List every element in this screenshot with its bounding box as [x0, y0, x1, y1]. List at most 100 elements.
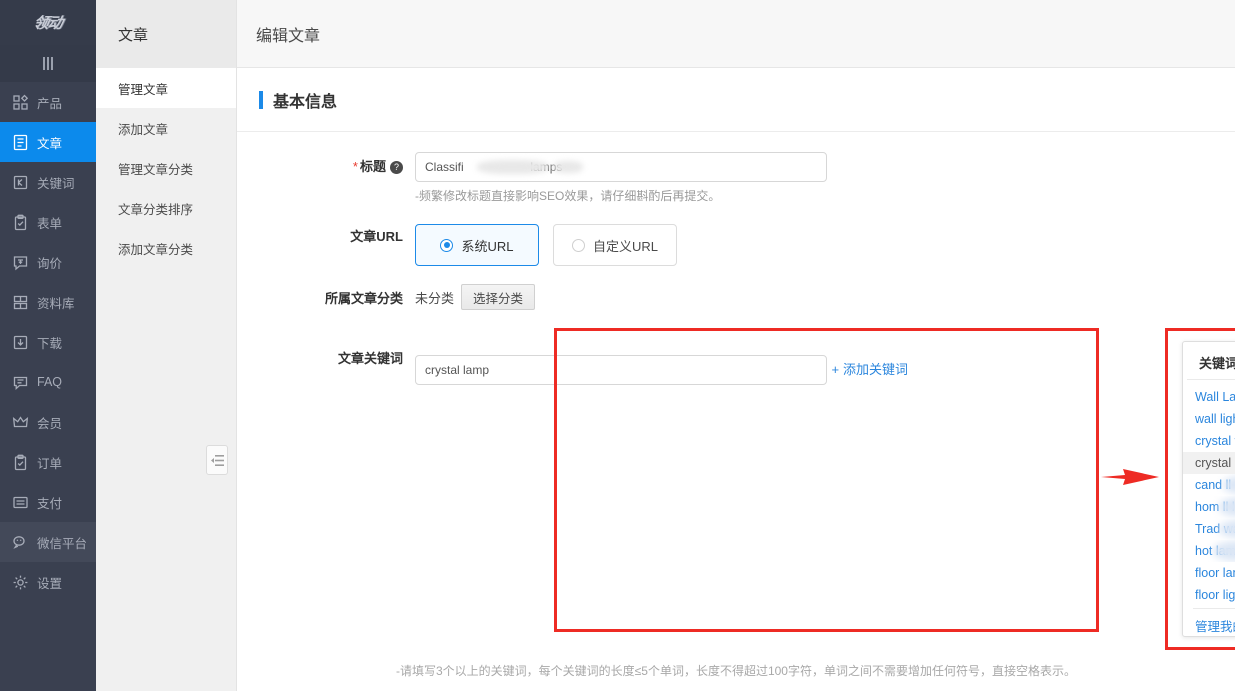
payment-icon — [12, 494, 29, 511]
subnav-item-2[interactable]: 管理文章分类 — [96, 148, 236, 188]
collapse-list-icon — [211, 455, 224, 466]
order-check-icon — [12, 454, 29, 471]
main-content: 编辑文章 基本信息 *标题? -频繁修改标题直接影响SEO效果，请仔细斟酌后再提… — [237, 0, 1235, 691]
page-header: 编辑文章 — [237, 0, 1235, 68]
url-label: 文章URL — [237, 222, 415, 252]
category-value: 未分类 — [415, 288, 454, 307]
url-option-label: 自定义URL — [593, 236, 658, 255]
gear-icon — [12, 574, 29, 591]
url-option-label: 系统URL — [461, 236, 513, 255]
keyword-suggestion-item[interactable]: Wall Lamp — [1183, 386, 1235, 408]
select-category-button[interactable]: 选择分类 — [461, 284, 535, 310]
add-keyword-link[interactable]: + 添加关键词 — [831, 359, 908, 378]
document-icon — [12, 134, 29, 151]
keyword-panel-header: 关键词推荐 ✕ — [1187, 346, 1235, 380]
sidebar-item-label: 微信平台 — [37, 533, 87, 552]
title-label-text: 标题 — [360, 159, 386, 174]
sidebar-item-label: 表单 — [37, 213, 62, 232]
keyword-suggestion-item[interactable]: crystal lamp — [1183, 452, 1235, 474]
url-option-1[interactable]: 自定义URL — [553, 224, 677, 266]
subnav-item-4[interactable]: 添加文章分类 — [96, 228, 236, 268]
wechat-icon-wrap — [12, 534, 29, 551]
keyword-recommendation-panel: 关键词推荐 ✕ Wall Lamp wall lights crystal wall… — [1182, 341, 1235, 637]
gear-icon-wrap — [12, 574, 29, 591]
sidebar-item-3[interactable]: 表单 — [0, 202, 96, 242]
add-keyword-label: 添加关键词 — [843, 362, 908, 377]
keyword-suggestion-item[interactable]: crystal wall lamp — [1183, 430, 1235, 452]
crown-icon-wrap — [12, 414, 29, 431]
sidebar-item-8[interactable]: 会员 — [0, 402, 96, 442]
keyword-k-icon-wrap — [12, 174, 29, 191]
title-redaction-overlay — [477, 160, 549, 174]
url-control: 系统URL 自定义URL — [415, 222, 1235, 266]
radio-dot-icon — [440, 239, 453, 252]
sidebar-item-1[interactable]: 文章 — [0, 122, 96, 162]
sidebar-item-6[interactable]: 下载 — [0, 322, 96, 362]
keyword-suggestion-item[interactable]: Trad wall lamp — [1183, 518, 1235, 540]
keyword-suggestion-item[interactable]: hom ll lamp — [1183, 496, 1235, 518]
keyword-panel-footer: 管理我的关键词 — [1193, 608, 1235, 636]
subnav-item-3[interactable]: 文章分类排序 — [96, 188, 236, 228]
keyword-suggestion-text: crystal wall lamp — [1195, 434, 1235, 448]
section-title: 基本信息 — [273, 88, 337, 112]
grid-icon-wrap — [12, 94, 29, 111]
sidebar-item-7[interactable]: FAQ — [0, 362, 96, 402]
sidebar-item-5[interactable]: 资料库 — [0, 282, 96, 322]
help-icon[interactable]: ? — [390, 161, 403, 174]
secondary-nav: 文章 管理文章添加文章管理文章分类文章分类排序添加文章分类 — [96, 0, 237, 691]
document-icon-wrap — [12, 134, 29, 151]
clipboard-icon — [12, 214, 29, 231]
sidebar-item-label: 文章 — [37, 133, 62, 152]
form-row-keywords: 文章关键词 + 添加关键词 — [237, 344, 1235, 385]
sidebar-item-9[interactable]: 订单 — [0, 442, 96, 482]
payment-icon-wrap — [12, 494, 29, 511]
sidebar-item-label: 设置 — [37, 573, 62, 592]
plus-icon: + — [831, 362, 839, 377]
title-control: -频繁修改标题直接影响SEO效果，请仔细斟酌后再提交。 — [415, 152, 1235, 204]
sidebar-item-0[interactable]: 产品 — [0, 82, 96, 122]
keyword-input[interactable] — [415, 355, 827, 385]
keyword-suggestion-item[interactable]: wall lights — [1183, 408, 1235, 430]
database-icon — [12, 294, 29, 311]
primary-sidebar: 领动 产品文章关键词表单询价资料库下载FAQ会员订单支付微信平台设置 — [0, 0, 96, 691]
keyword-suggestion-item[interactable]: cand ll lighting — [1183, 474, 1235, 496]
radio-dot-icon — [572, 239, 585, 252]
sidebar-item-4[interactable]: 询价 — [0, 242, 96, 282]
clipboard-icon-wrap — [12, 214, 29, 231]
category-label: 所属文章分类 — [237, 284, 415, 314]
keyword-suggestion-item[interactable]: floor lamp — [1183, 562, 1235, 584]
manage-keywords-link[interactable]: 管理我的关键词 — [1195, 620, 1235, 634]
subnav-item-label: 管理文章 — [118, 79, 168, 98]
title-redaction-overlay-2 — [553, 161, 583, 173]
form-body: *标题? -频繁修改标题直接影响SEO效果，请仔细斟酌后再提交。 文章URL 系… — [237, 132, 1235, 385]
sidebar-item-label: 询价 — [37, 253, 62, 272]
inquiry-icon — [12, 254, 29, 271]
download-icon-wrap — [12, 334, 29, 351]
url-option-group: 系统URL 自定义URL — [415, 224, 1235, 266]
sidebar-item-11[interactable]: 微信平台 — [0, 522, 96, 562]
keyword-suggestion-item[interactable]: hot lamp — [1183, 540, 1235, 562]
order-check-icon-wrap — [12, 454, 29, 471]
sidebar-collapse-toggle[interactable] — [0, 45, 96, 82]
sidebar-item-12[interactable]: 设置 — [0, 562, 96, 602]
url-option-0[interactable]: 系统URL — [415, 224, 539, 266]
form-row-url: 文章URL 系统URL 自定义URL — [237, 222, 1235, 266]
logo-text: 领动 — [32, 12, 64, 33]
sidebar-item-2[interactable]: 关键词 — [0, 162, 96, 202]
keyword-suggestion-list: Wall Lamp wall lights crystal wall lamp cry… — [1183, 380, 1235, 608]
sidebar-item-label: 支付 — [37, 493, 62, 512]
keyword-label: 文章关键词 — [237, 344, 415, 374]
sidebar-item-10[interactable]: 支付 — [0, 482, 96, 522]
keyword-bottom-hint: -请填写3个以上的关键词，每个关键词的长度≤5个单词，长度不得超过100字符，单… — [237, 662, 1235, 679]
grid-icon — [12, 94, 29, 111]
keyword-suggestion-text: floor lighting — [1195, 588, 1235, 602]
app-logo[interactable]: 领动 — [0, 0, 96, 45]
secondary-nav-list: 管理文章添加文章管理文章分类文章分类排序添加文章分类 — [96, 68, 236, 268]
subnav-item-0[interactable]: 管理文章 — [96, 68, 236, 108]
chat-icon — [12, 374, 29, 391]
keyword-panel-title: 关键词推荐 — [1199, 353, 1235, 372]
subnav-item-1[interactable]: 添加文章 — [96, 108, 236, 148]
keyword-suggestion-text: Wall Lamp — [1195, 390, 1235, 404]
panel-collapse-button[interactable] — [206, 445, 228, 475]
keyword-suggestion-item[interactable]: floor lighting — [1183, 584, 1235, 606]
